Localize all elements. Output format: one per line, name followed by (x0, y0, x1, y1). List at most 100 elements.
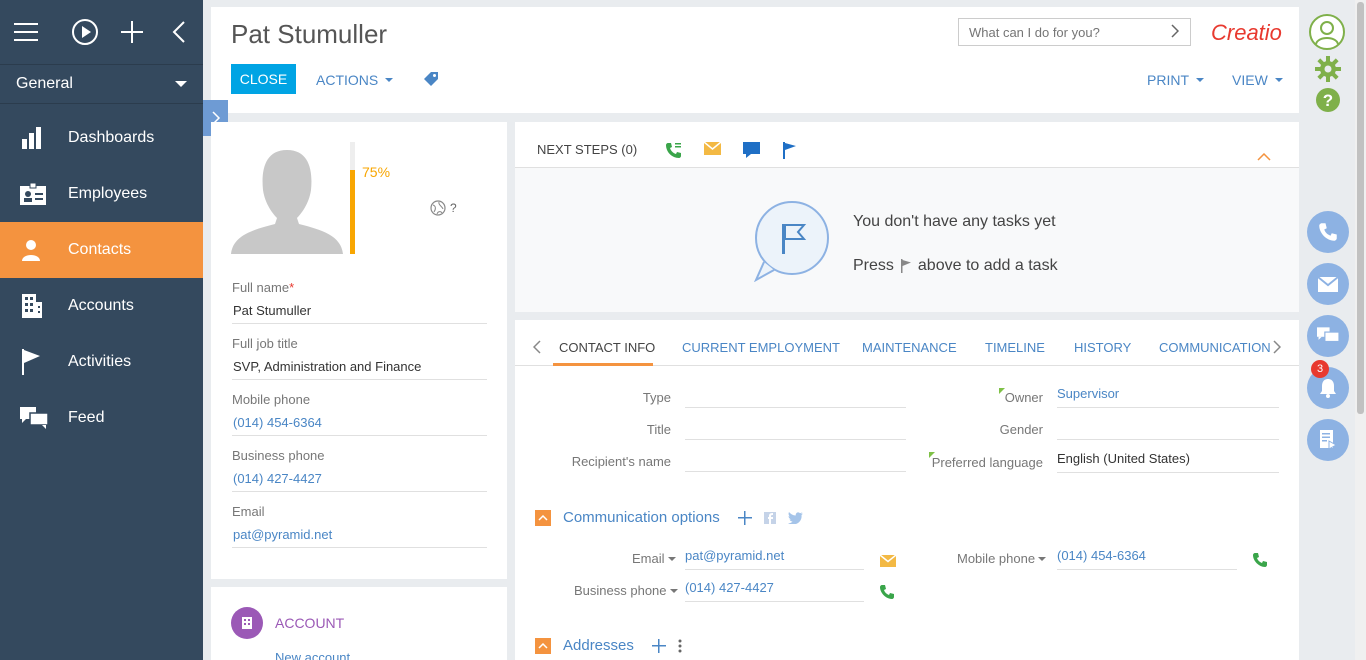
new-account-link[interactable]: New account (275, 650, 350, 660)
sidebar-item-activities[interactable]: Activities (0, 334, 203, 390)
back-chevron-icon[interactable] (156, 12, 203, 52)
command-search-input[interactable] (958, 18, 1191, 46)
full-name-value[interactable]: Pat Stumuller (232, 300, 487, 324)
facebook-icon[interactable] (763, 511, 776, 524)
hamburger-menu-icon[interactable] (14, 12, 61, 52)
timezone-indicator[interactable]: ? (430, 200, 457, 216)
tab-history[interactable]: HISTORY (1074, 340, 1131, 355)
sidebar-item-dashboards[interactable]: Dashboards (0, 110, 203, 166)
business-phone-type-dropdown[interactable]: Business phone (574, 583, 678, 598)
mobile-phone-type-dropdown[interactable]: Mobile phone (957, 551, 1047, 566)
globe-icon (430, 200, 446, 216)
phone-panel-button[interactable] (1307, 211, 1349, 253)
view-button[interactable]: VIEW (1232, 72, 1283, 88)
help-icon[interactable]: ? (1315, 87, 1341, 118)
call-icon[interactable] (665, 142, 682, 164)
job-title-field: Full job title SVP, Administration and F… (232, 336, 487, 380)
tab-current-employment[interactable]: CURRENT EMPLOYMENT (682, 340, 840, 355)
page-header: Pat Stumuller CLOSE ACTIONS Creatio PRIN… (211, 7, 1299, 113)
add-plus-icon[interactable] (651, 638, 666, 653)
sidebar-item-employees[interactable]: Employees (0, 166, 203, 222)
mobile-phone-value[interactable]: (014) 454-6364 (232, 412, 487, 436)
recipient-name-field[interactable] (685, 450, 906, 472)
search-submit-icon[interactable] (1171, 24, 1180, 43)
tag-icon[interactable] (423, 71, 439, 87)
chat-panel-button[interactable] (1307, 315, 1349, 357)
twitter-icon[interactable] (787, 511, 803, 524)
full-name-field: Full name* Pat Stumuller (232, 280, 487, 324)
details-tabs-panel: CONTACT INFO CURRENT EMPLOYMENT MAINTENA… (515, 320, 1299, 660)
communication-options-title[interactable]: Communication options (563, 509, 720, 526)
collapse-chevron-icon[interactable] (1257, 148, 1271, 166)
more-options-icon[interactable] (678, 639, 682, 653)
close-button[interactable]: CLOSE (231, 64, 296, 94)
notifications-panel-button[interactable]: 3 (1307, 360, 1349, 409)
document-play-icon (1320, 430, 1337, 450)
send-email-icon[interactable] (879, 554, 897, 572)
page-scrollbar[interactable] (1355, 0, 1366, 660)
mobile-phone-type-label: Mobile phone (957, 551, 1036, 566)
profile-completeness-fill (350, 170, 355, 254)
print-label: PRINT (1147, 72, 1189, 88)
person-icon (20, 239, 68, 261)
email-value[interactable]: pat@pyramid.net (232, 524, 487, 548)
user-profile-icon[interactable] (1308, 13, 1346, 56)
workplace-selector[interactable]: General (0, 64, 203, 104)
hint-text-end: above to add a task (917, 257, 1058, 274)
contact-photo[interactable] (231, 144, 343, 254)
tab-maintenance[interactable]: MAINTENANCE (862, 340, 957, 355)
sidebar-item-label: Employees (68, 185, 148, 202)
print-button[interactable]: PRINT (1147, 72, 1204, 88)
play-process-icon[interactable] (61, 12, 108, 52)
business-phone-value[interactable]: (014) 427-4427 (232, 468, 487, 492)
tab-contact-info[interactable]: CONTACT INFO (559, 340, 655, 355)
chat-icon[interactable] (743, 142, 760, 164)
sidebar-toolbar (0, 0, 203, 64)
email-panel-button[interactable] (1307, 263, 1349, 305)
account-building-icon (231, 607, 263, 639)
tab-communication[interactable]: COMMUNICATION (1159, 340, 1271, 355)
actions-label: ACTIONS (316, 72, 379, 88)
preferred-language-field[interactable]: English (United States) (1057, 451, 1279, 473)
group-collapse-toggle[interactable] (535, 637, 551, 654)
process-panel-button[interactable] (1307, 419, 1349, 461)
communication-mobile-phone-field[interactable]: (014) 454-6364 (1057, 548, 1237, 570)
plus-icon[interactable] (109, 12, 156, 52)
title-field[interactable] (685, 418, 906, 440)
addresses-title[interactable]: Addresses (563, 637, 634, 654)
flag-icon (20, 349, 68, 375)
sidebar-item-contacts[interactable]: Contacts (0, 222, 203, 278)
tabs-scroll-left-icon[interactable] (532, 340, 541, 359)
job-title-value[interactable]: SVP, Administration and Finance (232, 356, 487, 380)
email-field: Email pat@pyramid.net (232, 504, 487, 548)
email-type-dropdown[interactable]: Email (632, 551, 676, 566)
mobile-phone-field: Mobile phone (014) 454-6364 (232, 392, 487, 436)
add-plus-icon[interactable] (737, 510, 752, 525)
scrollbar-thumb[interactable] (1357, 2, 1364, 414)
sidebar-item-feed[interactable]: Feed (0, 390, 203, 446)
sidebar-item-accounts[interactable]: Accounts (0, 278, 203, 334)
chevron-down-icon (175, 81, 187, 87)
task-flag-icon[interactable] (782, 142, 797, 164)
email-icon[interactable] (703, 141, 722, 164)
timezone-label: ? (450, 201, 457, 215)
gender-field[interactable] (1057, 418, 1279, 440)
recipient-name-label: Recipient's name (571, 454, 671, 469)
call-mobile-phone-icon[interactable] (1252, 552, 1268, 573)
actions-button[interactable]: ACTIONS (316, 72, 394, 88)
creatio-logo: Creatio (1211, 20, 1282, 45)
tabs-scroll-right-icon[interactable] (1273, 340, 1282, 359)
bell-icon (1320, 379, 1336, 398)
owner-field[interactable]: Supervisor (1057, 386, 1279, 408)
communication-email-field[interactable]: pat@pyramid.net (685, 548, 864, 570)
group-collapse-toggle[interactable] (535, 509, 551, 526)
business-phone-type-label: Business phone (574, 583, 667, 598)
chevron-down-icon (385, 78, 394, 82)
svg-text:?: ? (1323, 91, 1333, 110)
tab-timeline[interactable]: TIMELINE (985, 340, 1045, 355)
communication-business-phone-field[interactable]: (014) 427-4427 (685, 580, 864, 602)
profile-card: 75% ? Full name* Pat Stumuller Full job … (211, 122, 507, 579)
call-business-phone-icon[interactable] (879, 584, 895, 605)
type-field[interactable] (685, 386, 906, 408)
gear-icon[interactable] (1315, 56, 1341, 87)
